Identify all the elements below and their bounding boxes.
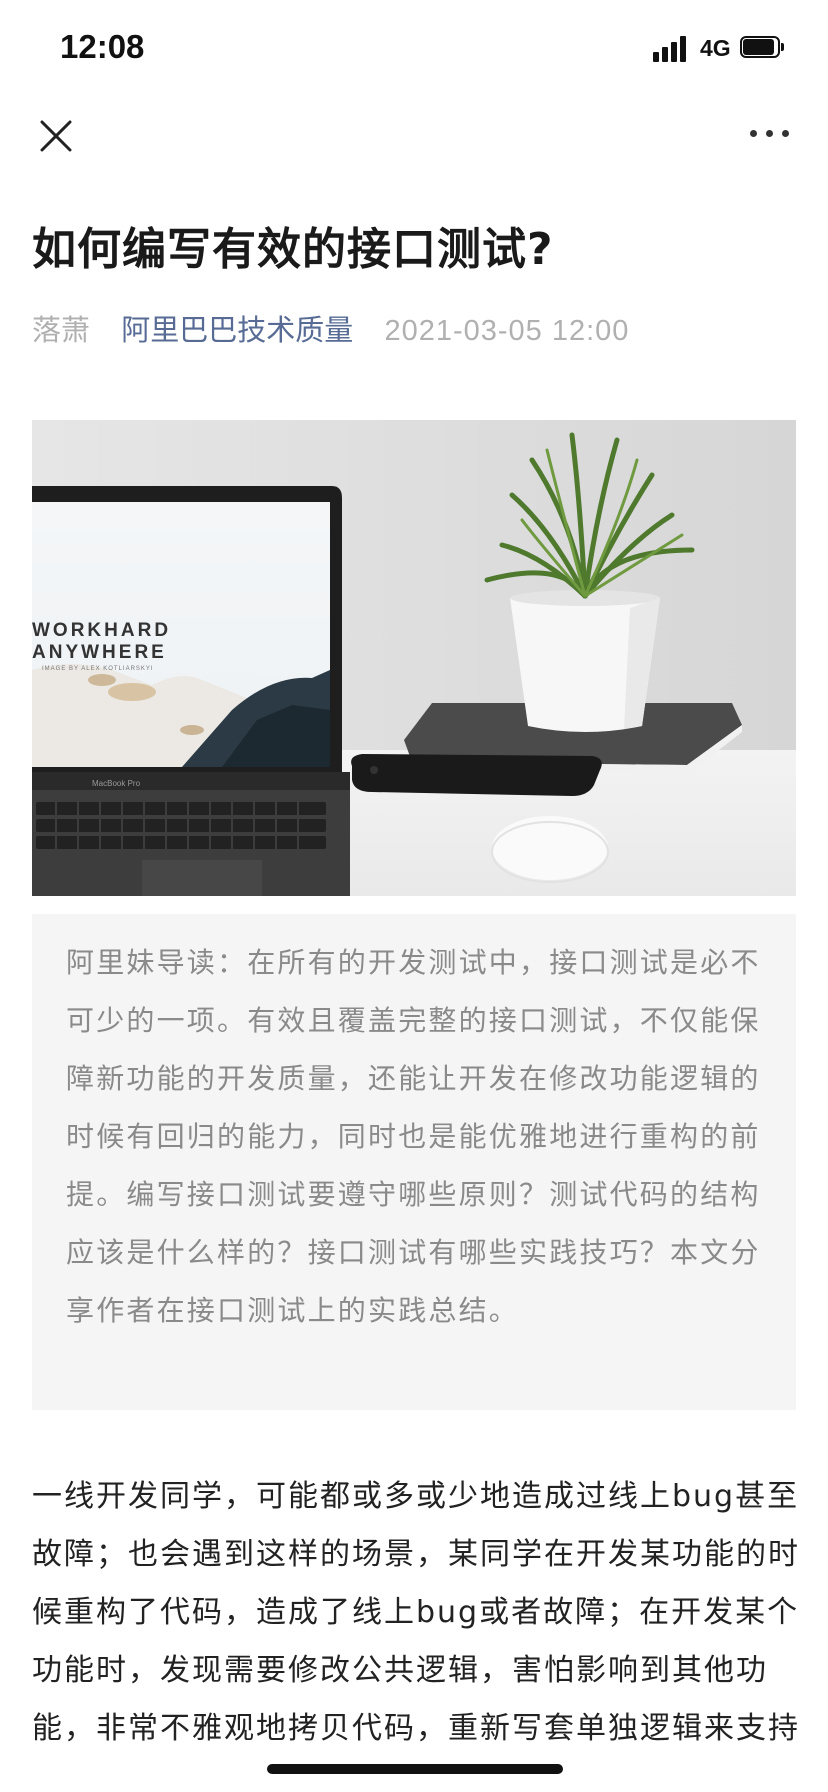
more-button[interactable] (748, 124, 792, 144)
account-link[interactable]: 阿里巴巴技术质量 (121, 313, 353, 347)
article-title: 如何编写有效的接口测试? (32, 224, 554, 275)
screen-text-1: WORKHARD (32, 620, 171, 641)
screen-text-2: ANYWHERE (32, 642, 167, 663)
status-time: 12:08 (60, 28, 145, 65)
network-type: 4G (700, 35, 731, 61)
signal-icon (653, 36, 689, 62)
cover-illustration: WORKHARD ANYWHERE IMAGE BY ALEX KOTLIARS… (32, 420, 796, 896)
article-summary: 阿里妹导读：在所有的开发测试中，接口测试是必不可少的一项。有效且覆盖完整的接口测… (32, 914, 796, 1410)
article-body: 一线开发同学，可能都或多或少地造成过线上bug甚至故障；也会遇到这样的场景，某同… (32, 1479, 800, 1746)
article-meta: 落萧 阿里巴巴技术质量 2021-03-05 12:00 (32, 310, 629, 351)
status-bar: 12:08 4G (0, 0, 828, 100)
close-icon (40, 120, 72, 152)
cover-image[interactable]: WORKHARD ANYWHERE IMAGE BY ALEX KOTLIARS… (32, 420, 796, 896)
summary-text: 阿里妹导读：在所有的开发测试中，接口测试是必不可少的一项。有效且覆盖完整的接口测… (66, 946, 761, 1327)
battery-icon (740, 36, 786, 60)
screen-credit: IMAGE BY ALEX KOTLIARSKYI (42, 666, 154, 672)
author-name: 落萧 (32, 313, 91, 347)
close-button[interactable] (36, 116, 76, 156)
publish-date: 2021-03-05 12:00 (384, 315, 630, 347)
laptop-brand: MacBook Pro (92, 779, 141, 788)
home-indicator[interactable] (267, 1764, 563, 1774)
